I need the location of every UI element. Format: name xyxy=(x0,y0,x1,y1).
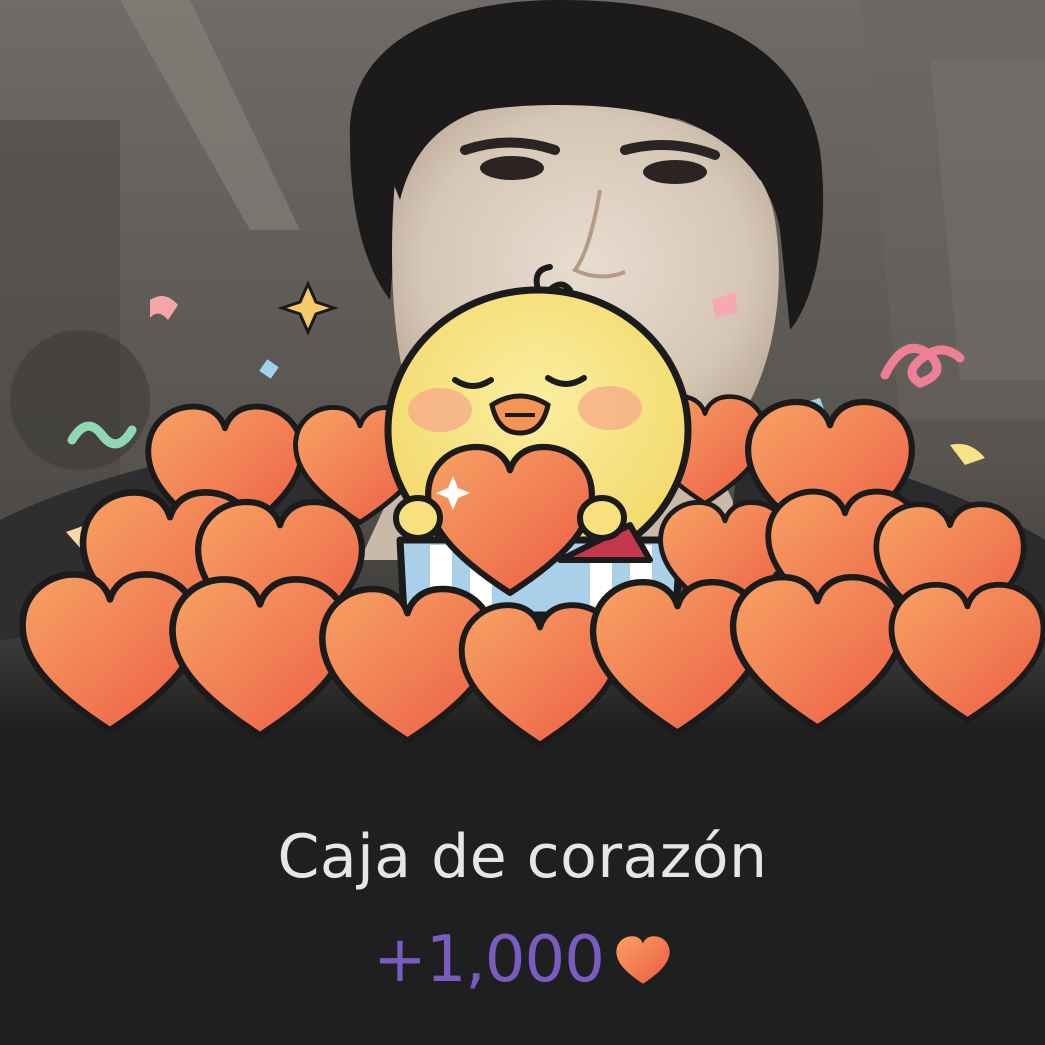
reward-amount: +1,000 xyxy=(0,925,1045,995)
confetti-piece xyxy=(712,292,738,318)
confetti-ribbon xyxy=(880,343,965,388)
heart-icon xyxy=(614,934,672,986)
reward-title: Caja de corazón xyxy=(277,822,768,892)
confetti-ribbon xyxy=(67,421,137,449)
heart-shape xyxy=(733,577,902,727)
heart-shape xyxy=(23,574,198,730)
sparkle-icon xyxy=(277,280,339,336)
reward-amount-value: +1,000 xyxy=(373,923,605,997)
confetti-piece xyxy=(950,443,985,465)
confetti-piece xyxy=(150,296,178,320)
reward-screen: Caja de corazón +1,000 xyxy=(0,0,1045,1045)
heart-shape xyxy=(173,579,348,735)
heart-shape xyxy=(892,585,1044,720)
confetti-piece xyxy=(259,359,279,379)
